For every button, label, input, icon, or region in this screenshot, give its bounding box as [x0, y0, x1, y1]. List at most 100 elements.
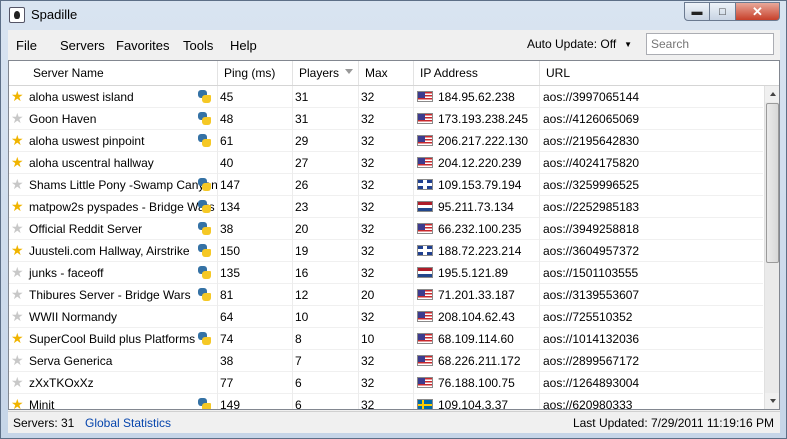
cell-server-name: ★ aloha uswest island — [9, 86, 218, 108]
favorite-star-icon[interactable]: ★ — [11, 397, 25, 409]
favorite-star-icon[interactable]: ★ — [11, 309, 25, 323]
global-statistics-link[interactable]: Global Statistics — [85, 416, 171, 430]
column-url[interactable]: URL — [540, 61, 764, 85]
title-bar[interactable]: Spadille ▬ □ ✕ — [1, 1, 786, 29]
column-server-name[interactable]: Server Name — [9, 61, 218, 85]
python-icon — [198, 112, 211, 125]
favorite-star-icon[interactable]: ★ — [11, 133, 25, 147]
menu-servers[interactable]: Servers — [60, 38, 105, 53]
close-button[interactable]: ✕ — [736, 2, 780, 21]
table-row[interactable]: ★ Official Reddit Server 38 20 32 66.232… — [9, 218, 763, 240]
table-row[interactable]: ★ junks - faceoff 135 16 32 195.5.121.89… — [9, 262, 763, 284]
favorite-star-icon[interactable]: ★ — [11, 177, 25, 191]
cell-url: aos://2195642830 — [543, 134, 640, 148]
cell-players: 10 — [293, 306, 359, 328]
table-row[interactable]: ★ aloha uscentral hallway 40 27 32 204.1… — [9, 152, 763, 174]
menu-help[interactable]: Help — [230, 38, 257, 53]
table-row[interactable]: ★ WWII Normandy 64 10 32 208.104.62.43 a… — [9, 306, 763, 328]
country-flag-icon — [417, 311, 433, 322]
cell-ip-address: 173.193.238.245 — [414, 108, 540, 130]
maximize-icon: □ — [719, 5, 726, 18]
cell-max: 32 — [359, 350, 414, 372]
cell-players: 12 — [293, 284, 359, 306]
python-icon — [198, 222, 211, 235]
maximize-button[interactable]: □ — [710, 2, 736, 21]
country-flag-icon — [417, 157, 433, 168]
cell-server-name: ★ Minit — [9, 394, 218, 410]
table-row[interactable]: ★ aloha uswest pinpoint 61 29 32 206.217… — [9, 130, 763, 152]
server-name: Minit — [29, 398, 55, 410]
table-row[interactable]: ★ Shams Little Pony -Swamp Canyon 147 26… — [9, 174, 763, 196]
vertical-scrollbar[interactable] — [764, 86, 779, 409]
ip-address: 95.211.73.134 — [438, 200, 514, 214]
cell-ping: 134 — [218, 196, 293, 218]
favorite-star-icon[interactable]: ★ — [11, 199, 25, 213]
favorite-star-icon[interactable]: ★ — [11, 111, 25, 125]
cell-players: 23 — [293, 196, 359, 218]
cell-url: aos://1264893004 — [543, 376, 640, 390]
ip-address: 109.104.3.37 — [438, 398, 509, 410]
cell-max: 32 — [359, 86, 414, 108]
client-area: File Servers Favorites Tools Help Auto U… — [8, 30, 780, 433]
cell-ping: 40 — [218, 152, 293, 174]
search-input[interactable] — [646, 33, 774, 55]
table-row[interactable]: ★ Serva Generica 38 7 32 68.226.211.172 … — [9, 350, 763, 372]
cell-players: 16 — [293, 262, 359, 284]
cell-ping: 45 — [218, 86, 293, 108]
cell-max: 32 — [359, 372, 414, 394]
table-row[interactable]: ★ Goon Haven 48 31 32 173.193.238.245 ao… — [9, 108, 763, 130]
scroll-down-button[interactable] — [765, 393, 779, 409]
favorite-star-icon[interactable]: ★ — [11, 221, 25, 235]
country-flag-icon — [417, 201, 433, 212]
scroll-up-button[interactable] — [765, 86, 779, 102]
cell-ip-address: 71.201.33.187 — [414, 284, 540, 306]
ip-address: 184.95.62.238 — [438, 90, 515, 104]
python-icon — [198, 266, 211, 279]
cell-players: 6 — [293, 394, 359, 409]
menu-file[interactable]: File — [16, 38, 37, 53]
favorite-star-icon[interactable]: ★ — [11, 353, 25, 367]
auto-update-label: Auto Update: Off — [527, 37, 617, 51]
cell-ip-address: 68.226.211.172 — [414, 350, 540, 372]
cell-url: aos://2899567172 — [543, 354, 640, 368]
auto-update-dropdown[interactable]: Auto Update: Off ▼ — [527, 37, 632, 51]
server-name: Official Reddit Server — [29, 222, 143, 236]
cell-ping: 64 — [218, 306, 293, 328]
favorite-star-icon[interactable]: ★ — [11, 265, 25, 279]
table-row[interactable]: ★ zXxTKOxXz 77 6 32 76.188.100.75 aos://… — [9, 372, 763, 394]
favorite-star-icon[interactable]: ★ — [11, 243, 25, 257]
cell-ip-address: 109.104.3.37 — [414, 394, 540, 410]
favorite-star-icon[interactable]: ★ — [11, 287, 25, 301]
cell-url: aos://4126065069 — [543, 112, 640, 126]
column-max[interactable]: Max — [359, 61, 414, 85]
menu-tools[interactable]: Tools — [183, 38, 213, 53]
minimize-icon: ▬ — [691, 5, 703, 18]
cell-server-name: ★ Shams Little Pony -Swamp Canyon — [9, 174, 218, 196]
favorite-star-icon[interactable]: ★ — [11, 331, 25, 345]
column-ip-address[interactable]: IP Address — [414, 61, 540, 85]
menu-favorites[interactable]: Favorites — [116, 38, 169, 53]
table-row[interactable]: ★ SuperCool Build plus Platforms 74 8 10… — [9, 328, 763, 350]
cell-server-name: ★ Thibures Server - Bridge Wars — [9, 284, 218, 306]
table-row[interactable]: ★ Minit 149 6 32 109.104.3.37 aos://6209… — [9, 394, 763, 410]
favorite-star-icon[interactable]: ★ — [11, 155, 25, 169]
cell-url: aos://1014132036 — [543, 332, 640, 346]
column-ping[interactable]: Ping (ms) — [218, 61, 293, 85]
table-row[interactable]: ★ Thibures Server - Bridge Wars 81 12 20… — [9, 284, 763, 306]
table-row[interactable]: ★ Juusteli.com Hallway, Airstrike 150 19… — [9, 240, 763, 262]
favorite-star-icon[interactable]: ★ — [11, 375, 25, 389]
ip-address: 68.226.211.172 — [438, 354, 521, 368]
menu-bar: File Servers Favorites Tools Help Auto U… — [8, 30, 780, 58]
favorite-star-icon[interactable]: ★ — [11, 89, 25, 103]
server-name: Juusteli.com Hallway, Airstrike — [29, 244, 190, 258]
cell-server-name: ★ Juusteli.com Hallway, Airstrike — [9, 240, 218, 262]
minimize-button[interactable]: ▬ — [684, 2, 710, 21]
server-name: SuperCool Build plus Platforms — [29, 332, 196, 346]
column-players[interactable]: Players — [293, 61, 359, 85]
cell-ping: 147 — [218, 174, 293, 196]
cell-players: 7 — [293, 350, 359, 372]
table-row[interactable]: ★ matpow2s pyspades - Bridge Wars 134 23… — [9, 196, 763, 218]
scroll-thumb[interactable] — [766, 103, 779, 263]
table-row[interactable]: ★ aloha uswest island 45 31 32 184.95.62… — [9, 86, 763, 108]
cell-ip-address: 66.232.100.235 — [414, 218, 540, 240]
